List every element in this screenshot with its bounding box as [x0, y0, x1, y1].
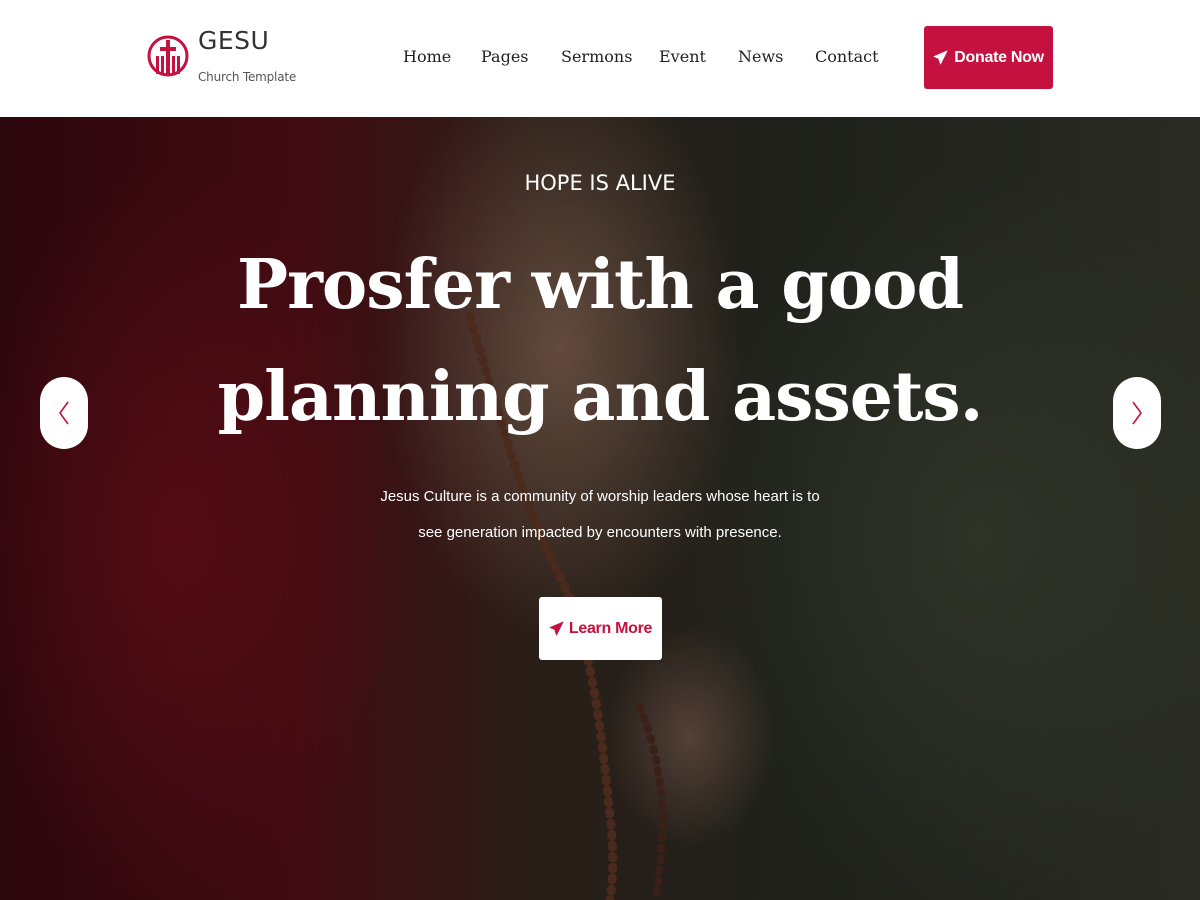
hero-kicker: HOPE IS ALIVE — [524, 171, 676, 195]
slider-next-button[interactable] — [1113, 377, 1161, 449]
slider-prev-button[interactable] — [40, 377, 88, 449]
hero-description-line-2: see generation impacted by encounters wi… — [418, 524, 782, 541]
hero-title-line-1: Prosfer with a good — [236, 245, 964, 325]
hero-title: Prosfer with a good planning and assets. — [200, 229, 1000, 453]
nav-item-home[interactable]: Home — [403, 44, 451, 70]
chevron-right-icon — [1132, 401, 1142, 425]
hero-description: Jesus Culture is a community of worship … — [380, 479, 820, 551]
nav-item-sermons[interactable]: Sermons — [561, 44, 632, 70]
chevron-left-icon — [59, 401, 69, 425]
paper-plane-icon — [549, 621, 564, 636]
hero-slider: HOPE IS ALIVE Prosfer with a good planni… — [0, 117, 1200, 900]
nav-item-pages[interactable]: Pages — [481, 44, 529, 70]
nav-item-news[interactable]: News — [738, 44, 783, 70]
learn-more-label: Learn More — [568, 619, 653, 637]
nav-item-event[interactable]: Event — [659, 44, 706, 70]
paper-plane-icon — [933, 50, 948, 65]
donate-label: Donate Now — [954, 48, 1044, 66]
donate-button[interactable]: Donate Now — [924, 26, 1053, 89]
site-header: GESU Church Template Home Pages Sermons … — [0, 0, 1200, 117]
nav-item-contact[interactable]: Contact — [815, 44, 879, 70]
hero-description-line-1: Jesus Culture is a community of worship … — [380, 488, 820, 505]
learn-more-button[interactable]: Learn More — [539, 597, 662, 660]
hero-title-line-2: planning and assets. — [217, 357, 984, 437]
